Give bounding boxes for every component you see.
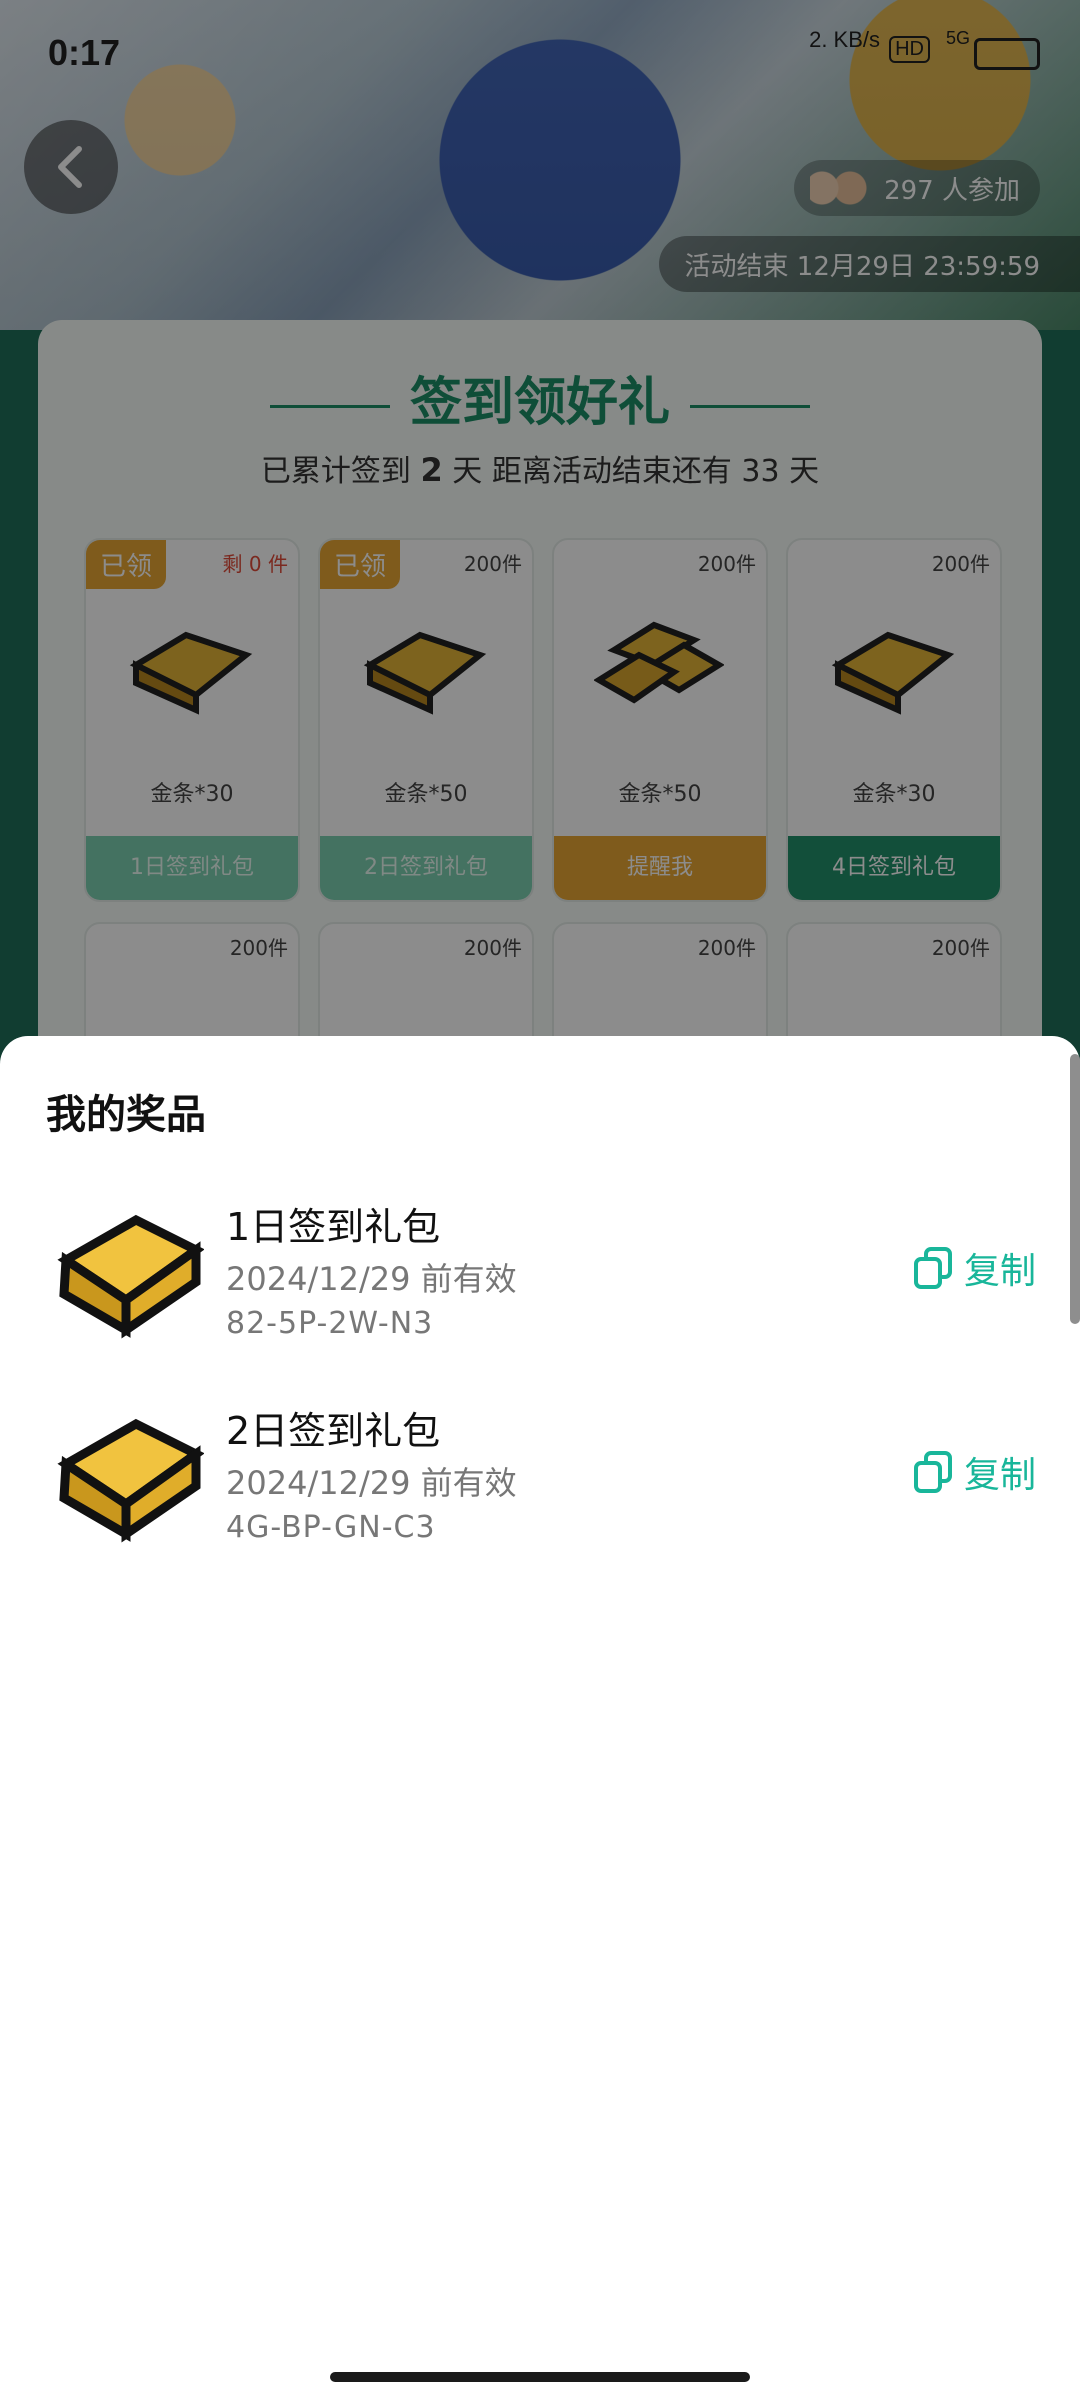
copy-icon	[913, 1451, 952, 1493]
copy-button[interactable]: 复制	[912, 1242, 1036, 1294]
sheet-title: 我的奖品	[46, 1092, 206, 1138]
my-prizes-sheet: 我的奖品 1日签到礼包 2024/12/29 前有效 82-5P-2W-N3 复…	[0, 1036, 1080, 2400]
gold-bar-icon	[57, 1418, 204, 1543]
home-indicator[interactable]	[330, 2372, 750, 2382]
prize-item: 2日签到礼包 2024/12/29 前有效 4G-BP-GN-C3 复制	[46, 1394, 1036, 1554]
copy-label: 复制	[963, 1251, 1036, 1292]
prize-name: 1日签到礼包	[226, 1205, 441, 1249]
scrollbar[interactable]	[1070, 1054, 1080, 1324]
copy-icon	[913, 1247, 952, 1289]
copy-button[interactable]: 复制	[912, 1446, 1036, 1498]
prize-item: 1日签到礼包 2024/12/29 前有效 82-5P-2W-N3 复制	[46, 1190, 1036, 1350]
prize-code: 82-5P-2W-N3	[226, 1306, 434, 1341]
prize-validity: 2024/12/29 前有效	[226, 1464, 517, 1502]
prize-validity: 2024/12/29 前有效	[226, 1260, 517, 1298]
copy-label: 复制	[963, 1455, 1036, 1496]
prize-code: 4G-BP-GN-C3	[226, 1510, 436, 1545]
gold-bar-icon	[57, 1214, 204, 1339]
prize-name: 2日签到礼包	[226, 1409, 441, 1453]
